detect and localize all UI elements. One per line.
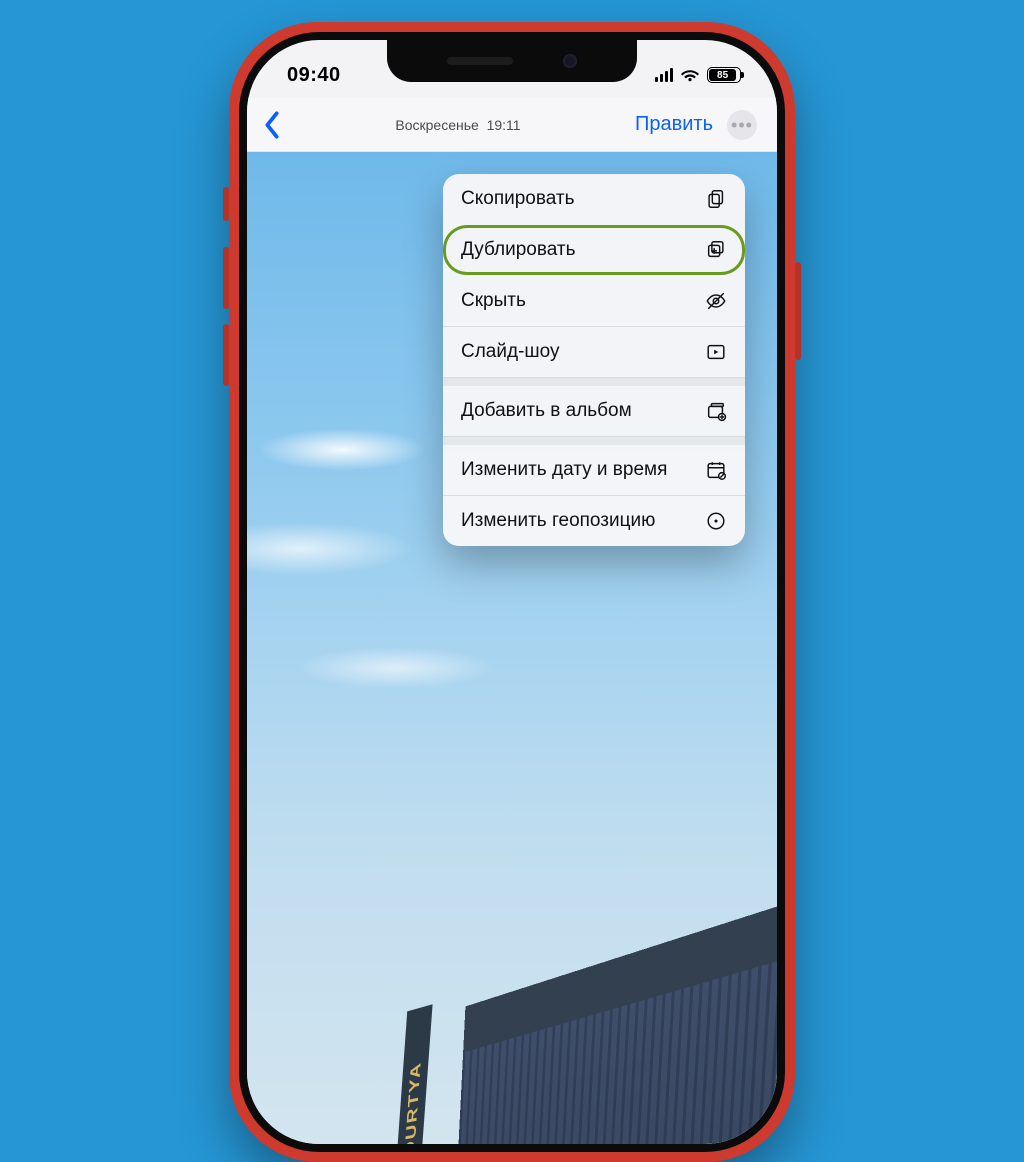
hide-icon: [705, 290, 727, 312]
earpiece: [447, 57, 513, 65]
mute-switch[interactable]: [223, 187, 229, 221]
menu-separator: [443, 378, 745, 386]
nav-title-time: 19:11: [487, 117, 521, 133]
battery-icon: 85: [707, 67, 741, 83]
context-menu: Скопировать Дублировать Скрыть Слайд-шоу Доб…: [443, 174, 745, 546]
phone-bezel: 09:40 85: [239, 32, 785, 1152]
building-graphic: COURTYA: [444, 883, 777, 1144]
menu-item-label: Добавить в альбом: [461, 400, 632, 422]
screen: 09:40 85: [247, 40, 777, 1144]
add-album-icon: [705, 400, 727, 422]
menu-item-label: Дублировать: [461, 239, 576, 261]
phone-frame: 09:40 85: [229, 22, 795, 1162]
menu-item[interactable]: Слайд-шоу: [443, 327, 745, 378]
menu-item[interactable]: Скопировать: [443, 174, 745, 225]
nav-bar: Воскресенье 19:11 Править •••: [247, 98, 777, 152]
edit-date-icon: [705, 459, 727, 481]
copy-icon: [705, 188, 727, 210]
nav-title-day: Воскресенье: [395, 117, 478, 133]
menu-item[interactable]: Скрыть: [443, 276, 745, 327]
menu-item-label: Изменить дату и время: [461, 459, 667, 481]
menu-item-label: Скрыть: [461, 290, 526, 312]
back-button[interactable]: [263, 111, 281, 139]
menu-item[interactable]: Дублировать: [443, 225, 745, 276]
building-logo: COURTYA: [395, 1004, 433, 1144]
status-time: 09:40: [287, 64, 341, 87]
status-icons: 85: [655, 67, 741, 83]
edit-geo-icon: [705, 510, 727, 532]
wifi-icon: [680, 68, 700, 82]
menu-item-label: Скопировать: [461, 188, 574, 210]
volume-up-button[interactable]: [223, 247, 229, 309]
duplicate-icon: [705, 239, 727, 261]
more-button[interactable]: •••: [727, 110, 757, 140]
menu-item-label: Слайд-шоу: [461, 341, 560, 363]
notch: [387, 40, 637, 82]
power-button[interactable]: [795, 262, 801, 360]
menu-item[interactable]: Добавить в альбом: [443, 386, 745, 437]
menu-item-label: Изменить геопозицию: [461, 510, 655, 532]
menu-item[interactable]: Изменить дату и время: [443, 445, 745, 496]
edit-button[interactable]: Править: [635, 113, 713, 136]
battery-percent: 85: [717, 70, 728, 81]
menu-separator: [443, 437, 745, 445]
cellular-icon: [655, 68, 673, 82]
slideshow-icon: [705, 341, 727, 363]
volume-down-button[interactable]: [223, 324, 229, 386]
front-camera: [563, 54, 577, 68]
nav-title: Воскресенье 19:11: [395, 117, 520, 133]
menu-item[interactable]: Изменить геопозицию: [443, 496, 745, 546]
